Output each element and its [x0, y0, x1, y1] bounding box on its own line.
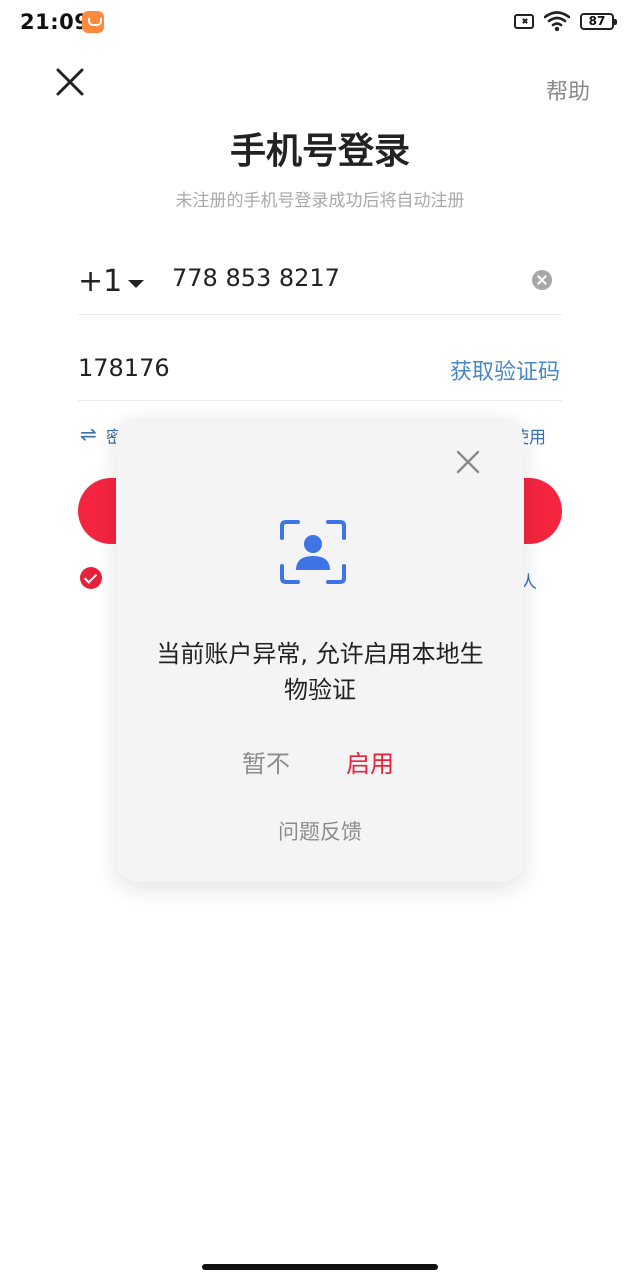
dialog-actions: 暂不 启用 — [116, 744, 524, 778]
biometric-dialog: 当前账户异常, 允许启用本地生物验证 暂不 启用 问题反馈 — [116, 418, 524, 882]
phone-row: +1 — [78, 250, 562, 315]
help-link[interactable]: 帮助 — [546, 74, 590, 106]
status-time: 21:09 — [20, 10, 90, 34]
battery-icon: 87 — [580, 13, 617, 30]
page-title: 手机号登录 — [229, 131, 410, 172]
agreement-checkbox[interactable] — [80, 567, 102, 589]
country-code-selector[interactable]: +1 — [78, 264, 122, 299]
app-notification-icon — [82, 11, 104, 33]
feedback-link[interactable]: 问题反馈 — [116, 816, 524, 846]
phone-input[interactable] — [172, 264, 502, 292]
page-subtitle: 未注册的手机号登录成功后将自动注册 — [175, 191, 465, 211]
status-bar: 21:09 87 — [0, 0, 640, 44]
dialog-close-icon[interactable] — [454, 448, 482, 476]
code-row: 获取验证码 — [78, 336, 562, 401]
clear-input-icon[interactable] — [532, 270, 552, 290]
chevron-down-icon[interactable] — [128, 280, 144, 288]
get-code-button[interactable]: 获取验证码 — [450, 354, 560, 386]
swap-icon[interactable]: ⇌ — [80, 422, 97, 446]
wifi-icon — [544, 11, 570, 32]
sim-off-icon — [514, 14, 534, 29]
enable-button[interactable]: 启用 — [346, 744, 394, 779]
face-recognition-icon — [280, 520, 346, 584]
verification-code-input[interactable] — [78, 354, 338, 382]
close-icon[interactable] — [50, 62, 90, 102]
dialog-message: 当前账户异常, 允许启用本地生物验证 — [156, 640, 484, 704]
not-now-button[interactable]: 暂不 — [242, 744, 290, 779]
home-indicator[interactable] — [202, 1264, 438, 1270]
